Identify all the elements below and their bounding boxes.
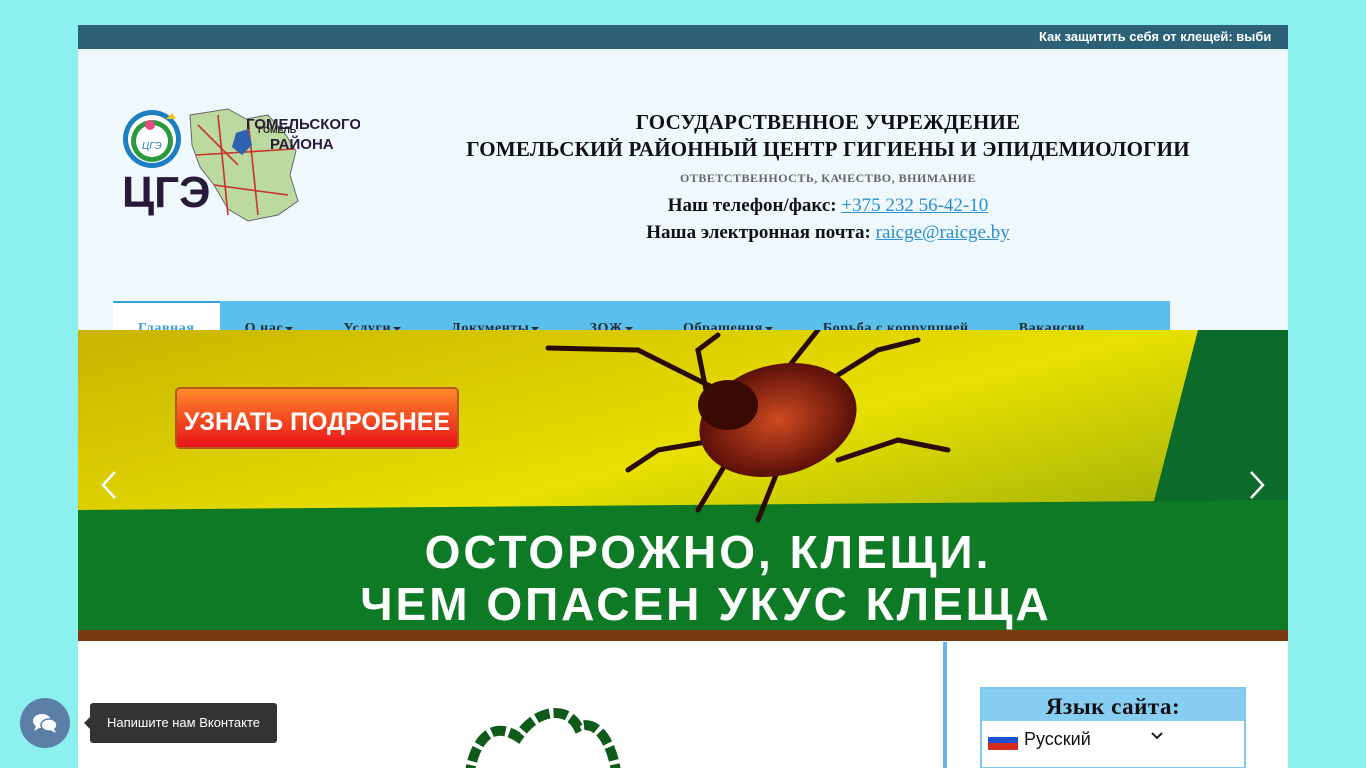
news-ticker[interactable]: Как защитить себя от клещей: выби [78, 25, 1288, 49]
chevron-down-icon [1151, 732, 1163, 740]
site-header: ЦГЭ ГОМЕЛЬ ЦГЭ ГОМЕЛЬСКОГО РАЙОНА ГОСУДА… [78, 49, 1288, 352]
banner-line1: ОСТОРОЖНО, КЛЕЩИ. [425, 526, 992, 578]
chat-button[interactable] [20, 698, 70, 748]
learn-more-button: УЗНАТЬ ПОДРОБНЕЕ [184, 408, 450, 436]
chat-tooltip: Напишите нам Вконтакте [84, 703, 277, 743]
language-select[interactable]: Русский [982, 721, 1244, 761]
svg-text:ЦГЭ: ЦГЭ [122, 168, 210, 217]
header-text: ГОСУДАРСТВЕННОЕ УЧРЕЖДЕНИЕ ГОМЕЛЬСКИЙ РА… [418, 109, 1238, 246]
language-widget: Язык сайта: Русский [980, 687, 1246, 768]
banner-line2: ЧЕМ ОПАСЕН УКУС КЛЕЩА [360, 578, 1052, 630]
hero-banner[interactable]: УЗНАТЬ ПОДРОБНЕЕ ОСТОРОЖНО, КЛЕЩИ. ЧЕМ О… [78, 330, 1288, 641]
phone-label: Наш телефон/факс: [667, 195, 837, 216]
chat-icon [33, 714, 58, 733]
email-link[interactable]: raicge@raicge.by [876, 222, 1010, 243]
sidebar-divider [943, 642, 947, 768]
svg-text:ЦГЭ: ЦГЭ [142, 141, 162, 152]
ticker-text[interactable]: Как защитить себя от клещей: выби [1039, 25, 1271, 49]
email-line: Наша электронная почта: raicge@raicge.by [418, 219, 1238, 246]
org-title-line1: ГОСУДАРСТВЕННОЕ УЧРЕЖДЕНИЕ [635, 110, 1021, 134]
site-logo[interactable]: ЦГЭ ГОМЕЛЬ ЦГЭ ГОМЕЛЬСКОГО РАЙОНА [118, 105, 360, 223]
year-emblem: 2025 [465, 708, 621, 768]
svg-text:РАЙОНА: РАЙОНА [270, 135, 334, 153]
svg-text:ГОМЕЛЬСКОГО: ГОМЕЛЬСКОГО [246, 116, 360, 133]
slogan: ОТВЕТСТВЕННОСТЬ, КАЧЕСТВО, ВНИМАНИЕ [680, 171, 976, 185]
russia-flag-icon [988, 730, 1018, 750]
page: Как защитить себя от клещей: выби ЦГЭ ГО… [78, 25, 1288, 768]
org-title-line2: ГОМЕЛЬСКИЙ РАЙОННЫЙ ЦЕНТР ГИГИЕНЫ И ЭПИД… [466, 137, 1190, 161]
language-title: Язык сайта: [982, 689, 1244, 721]
email-label: Наша электронная почта: [646, 222, 871, 243]
phone-link[interactable]: +375 232 56-42-10 [841, 195, 988, 216]
language-selected: Русский [1024, 729, 1091, 749]
phone-line: Наш телефон/факс: +375 232 56-42-10 [418, 192, 1238, 219]
